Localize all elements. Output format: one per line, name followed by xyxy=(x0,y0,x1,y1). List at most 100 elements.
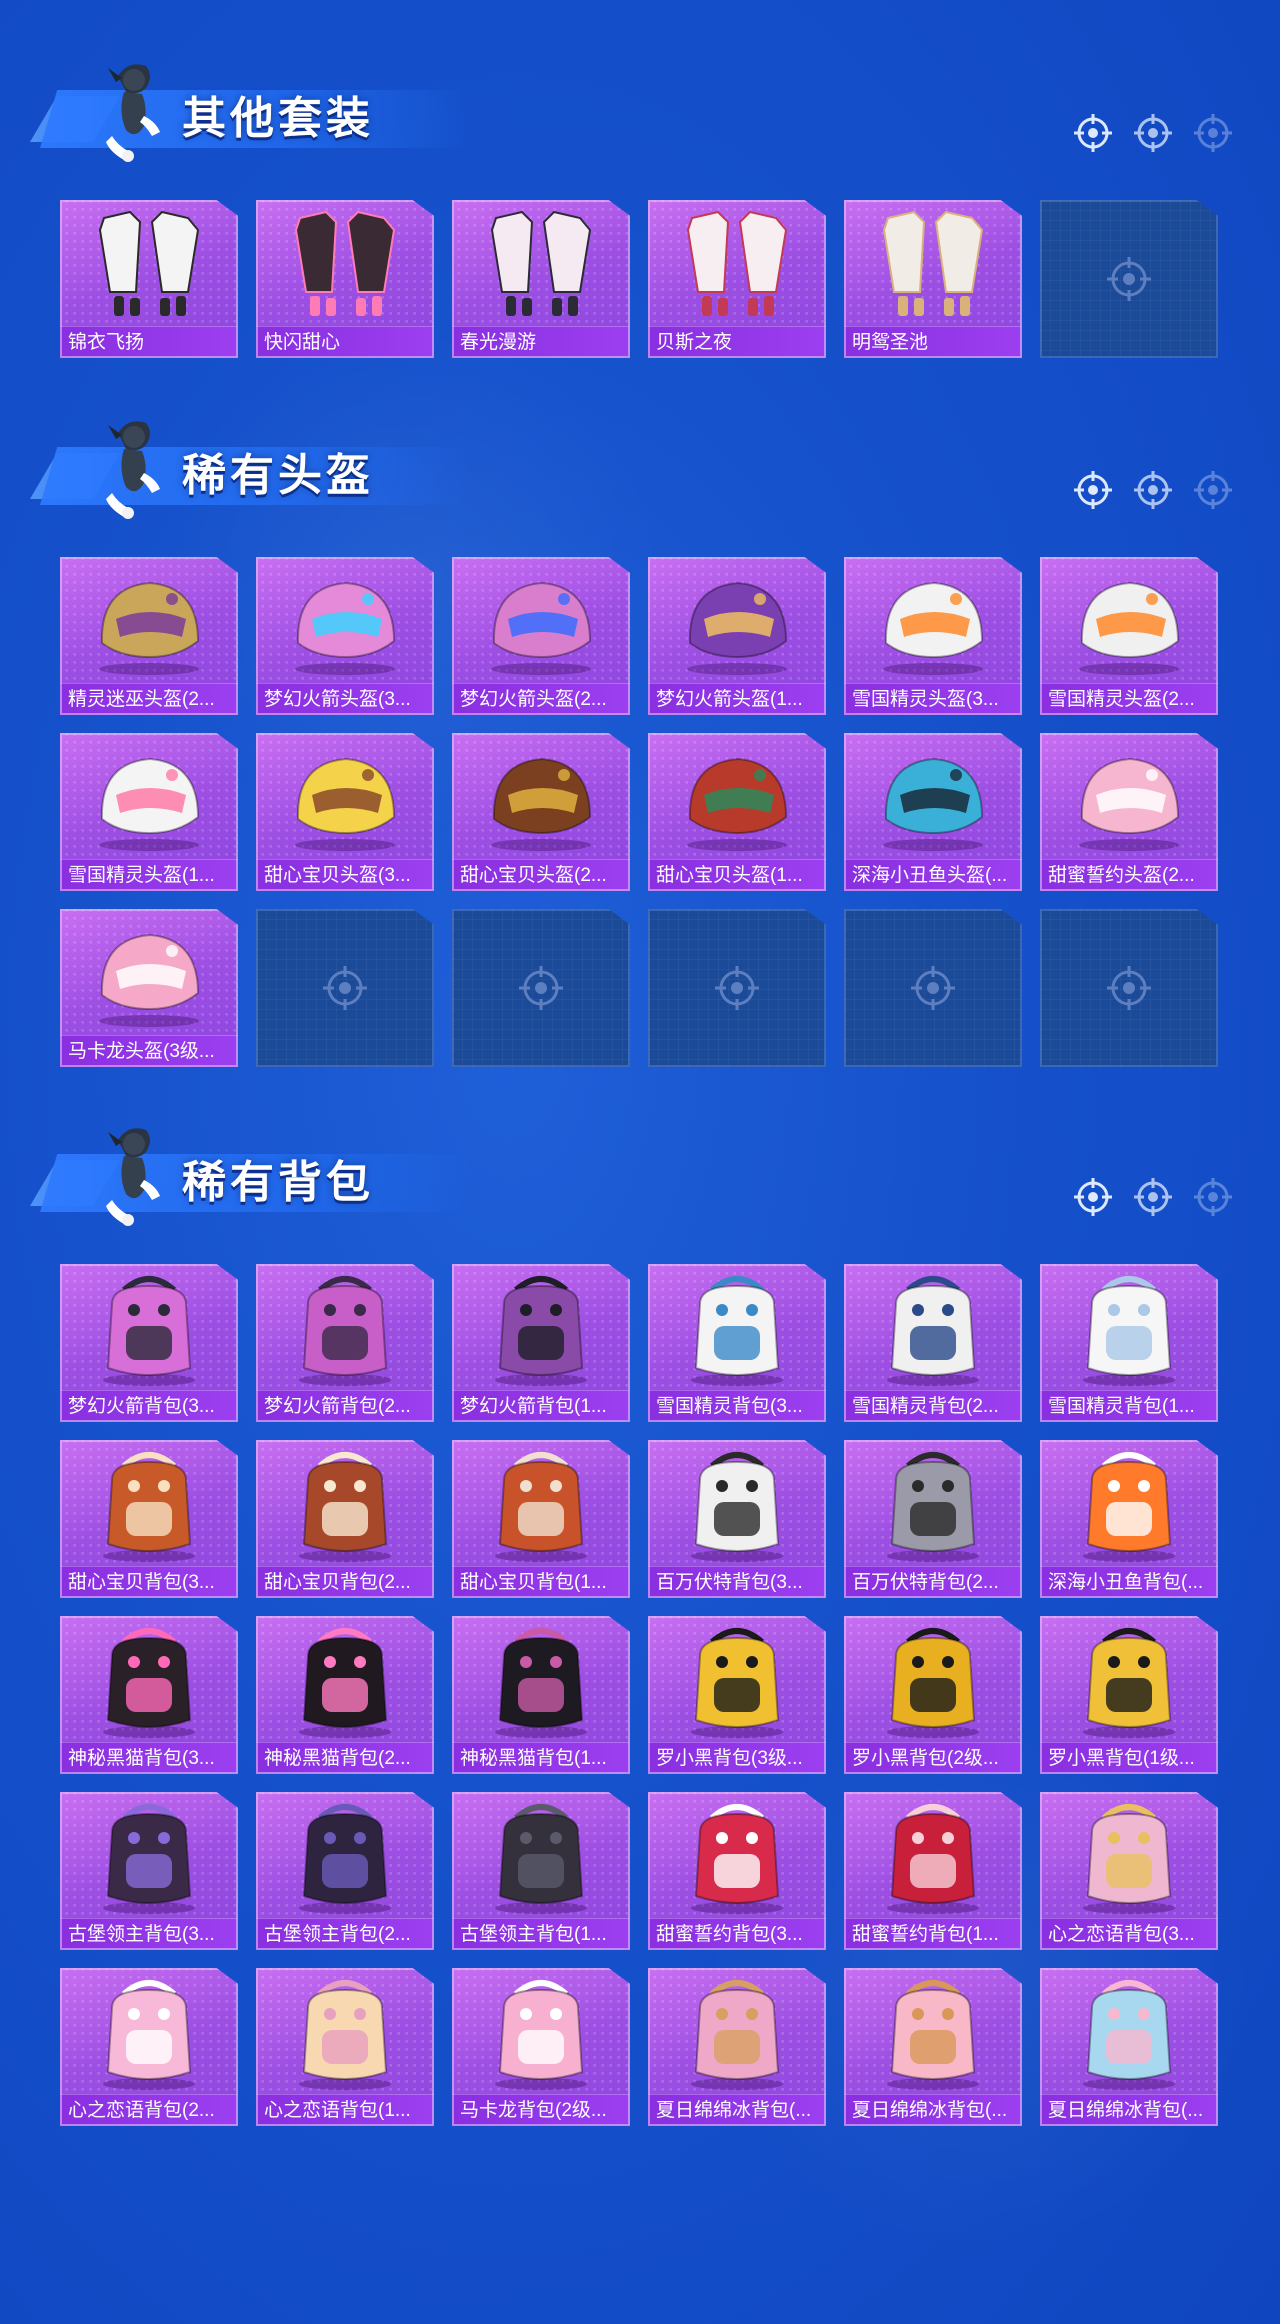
item-card[interactable]: 百万伏特背包(3... xyxy=(648,1440,826,1598)
empty-slot xyxy=(452,909,630,1067)
item-card[interactable]: 甜蜜誓约头盔(2... xyxy=(1040,733,1218,891)
backpack-icon xyxy=(887,1452,979,1562)
helmet-icon xyxy=(687,581,788,675)
item-card[interactable]: 梦幻火箭头盔(1... xyxy=(648,557,826,715)
item-card[interactable]: 古堡领主背包(3... xyxy=(60,1792,238,1950)
item-card[interactable]: 梦幻火箭头盔(2... xyxy=(452,557,630,715)
item-label: 罗小黑背包(2级... xyxy=(844,1742,1022,1774)
item-label: 马卡龙头盔(3级... xyxy=(60,1035,238,1067)
backpack-icon xyxy=(103,1628,195,1738)
backpack-icon xyxy=(691,1628,783,1738)
item-card[interactable]: 甜心宝贝背包(2... xyxy=(256,1440,434,1598)
empty-slot-crosshair-icon xyxy=(519,966,563,1010)
item-card[interactable]: 雪国精灵背包(3... xyxy=(648,1264,826,1422)
item-card[interactable]: 神秘黑猫背包(1... xyxy=(452,1616,630,1774)
item-card[interactable]: 雪国精灵头盔(1... xyxy=(60,733,238,891)
backpack-icon xyxy=(887,1628,979,1738)
item-card[interactable]: 甜心宝贝头盔(3... xyxy=(256,733,434,891)
item-card[interactable]: 心之恋语背包(2... xyxy=(60,1968,238,2126)
item-label: 雪国精灵背包(2... xyxy=(844,1390,1022,1422)
outfit-icon xyxy=(490,210,592,316)
item-label: 古堡领主背包(1... xyxy=(452,1918,630,1950)
backpack-icon xyxy=(691,1804,783,1914)
item-card[interactable]: 百万伏特背包(2... xyxy=(844,1440,1022,1598)
item-card[interactable]: 罗小黑背包(2级... xyxy=(844,1616,1022,1774)
helmet-icon xyxy=(883,581,984,675)
item-label: 雪国精灵头盔(1... xyxy=(60,859,238,891)
item-card[interactable]: 心之恋语背包(1... xyxy=(256,1968,434,2126)
crosshair-icon xyxy=(1072,469,1114,511)
item-card[interactable]: 夏日绵绵冰背包(... xyxy=(1040,1968,1218,2126)
item-card[interactable]: 梦幻火箭头盔(3... xyxy=(256,557,434,715)
item-card[interactable]: 甜心宝贝头盔(1... xyxy=(648,733,826,891)
mascot-icon xyxy=(106,421,160,519)
backpack-icon xyxy=(103,1276,195,1386)
item-card[interactable]: 锦衣飞扬 xyxy=(60,200,238,358)
item-label: 甜心宝贝头盔(1... xyxy=(648,859,826,891)
backpack-icon xyxy=(103,1452,195,1562)
item-card[interactable]: 甜心宝贝头盔(2... xyxy=(452,733,630,891)
item-grid: 梦幻火箭背包(3... 梦幻火箭背包(2... 梦幻火箭背包(1... 雪国精灵… xyxy=(60,1264,1218,2126)
item-card[interactable]: 贝斯之夜 xyxy=(648,200,826,358)
item-card[interactable]: 罗小黑背包(3级... xyxy=(648,1616,826,1774)
backpack-icon xyxy=(1083,1980,1175,2090)
backpack-icon xyxy=(495,1628,587,1738)
item-card[interactable]: 心之恋语背包(3... xyxy=(1040,1792,1218,1950)
item-card[interactable]: 雪国精灵头盔(2... xyxy=(1040,557,1218,715)
item-card[interactable]: 梦幻火箭背包(2... xyxy=(256,1264,434,1422)
empty-slot-crosshair-icon xyxy=(323,966,367,1010)
empty-slot-crosshair-icon xyxy=(1107,966,1151,1010)
helmet-icon xyxy=(1079,757,1180,851)
item-card[interactable]: 快闪甜心 xyxy=(256,200,434,358)
crosshair-icon xyxy=(1192,112,1234,154)
item-label: 神秘黑猫背包(1... xyxy=(452,1742,630,1774)
backpack-icon xyxy=(495,1452,587,1562)
helmet-icon xyxy=(491,581,592,675)
item-card[interactable]: 夏日绵绵冰背包(... xyxy=(648,1968,826,2126)
item-card[interactable]: 甜心宝贝背包(1... xyxy=(452,1440,630,1598)
item-label: 心之恋语背包(1... xyxy=(256,2094,434,2126)
item-label: 锦衣飞扬 xyxy=(60,326,238,358)
item-label: 罗小黑背包(1级... xyxy=(1040,1742,1218,1774)
item-card[interactable]: 甜心宝贝背包(3... xyxy=(60,1440,238,1598)
item-card[interactable]: 雪国精灵头盔(3... xyxy=(844,557,1022,715)
outfit-icon xyxy=(294,210,396,316)
item-card[interactable]: 梦幻火箭背包(3... xyxy=(60,1264,238,1422)
item-card[interactable]: 马卡龙头盔(3级... xyxy=(60,909,238,1067)
helmet-icon xyxy=(1079,581,1180,675)
item-card[interactable]: 甜蜜誓约背包(1... xyxy=(844,1792,1022,1950)
item-card[interactable]: 古堡领主背包(2... xyxy=(256,1792,434,1950)
item-card[interactable]: 神秘黑猫背包(2... xyxy=(256,1616,434,1774)
item-label: 梦幻火箭背包(2... xyxy=(256,1390,434,1422)
backpack-icon xyxy=(299,1276,391,1386)
item-card[interactable]: 甜蜜誓约背包(3... xyxy=(648,1792,826,1950)
section-title: 稀有背包 xyxy=(182,1158,374,1207)
item-card[interactable]: 雪国精灵背包(2... xyxy=(844,1264,1022,1422)
item-grid: 锦衣飞扬 快闪甜心 春光漫游 贝斯之夜 明鸳圣池 xyxy=(60,200,1218,358)
outfit-icon xyxy=(882,210,984,316)
item-card[interactable]: 神秘黑猫背包(3... xyxy=(60,1616,238,1774)
backpack-icon xyxy=(299,1452,391,1562)
item-label: 心之恋语背包(3... xyxy=(1040,1918,1218,1950)
section-title: 其他套装 xyxy=(182,94,374,143)
item-card[interactable]: 深海小丑鱼头盔(... xyxy=(844,733,1022,891)
backpack-icon xyxy=(691,1980,783,2090)
backpack-icon xyxy=(1083,1452,1175,1562)
item-card[interactable]: 明鸳圣池 xyxy=(844,200,1022,358)
item-card[interactable]: 梦幻火箭背包(1... xyxy=(452,1264,630,1422)
item-card[interactable]: 春光漫游 xyxy=(452,200,630,358)
item-card[interactable]: 罗小黑背包(1级... xyxy=(1040,1616,1218,1774)
item-label: 贝斯之夜 xyxy=(648,326,826,358)
item-card[interactable]: 马卡龙背包(2级... xyxy=(452,1968,630,2126)
mascot-icon xyxy=(106,64,160,162)
item-label: 雪国精灵背包(1... xyxy=(1040,1390,1218,1422)
crosshair-icon xyxy=(1072,112,1114,154)
item-card[interactable]: 雪国精灵背包(1... xyxy=(1040,1264,1218,1422)
backpack-icon xyxy=(495,1980,587,2090)
backpack-icon xyxy=(103,1980,195,2090)
item-card[interactable]: 精灵迷巫头盔(2... xyxy=(60,557,238,715)
backpack-icon xyxy=(887,1980,979,2090)
item-card[interactable]: 古堡领主背包(1... xyxy=(452,1792,630,1950)
item-card[interactable]: 深海小丑鱼背包(... xyxy=(1040,1440,1218,1598)
item-card[interactable]: 夏日绵绵冰背包(... xyxy=(844,1968,1022,2126)
